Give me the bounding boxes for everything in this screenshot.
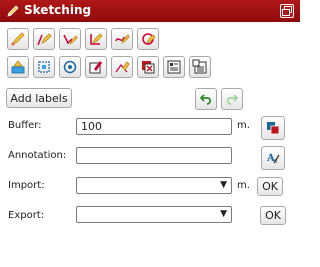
delete-feature-icon <box>142 61 155 74</box>
buffer-apply-button[interactable] <box>261 116 285 140</box>
restore-window-icon[interactable] <box>280 4 294 18</box>
delete-feature-tool[interactable] <box>137 56 159 78</box>
draw-line-icon <box>37 33 52 46</box>
edit-vertices-icon <box>115 61 130 73</box>
buffer-unit: m. <box>237 120 250 131</box>
clear-all-tool[interactable] <box>189 56 211 78</box>
annotation-label: Annotation: <box>8 150 67 161</box>
title-bar: Sketching <box>0 0 300 22</box>
draw-circle-icon <box>142 33 156 45</box>
annotation-style-button[interactable]: Ax <box>261 146 285 170</box>
window-title: Sketching <box>24 3 92 17</box>
redo-icon <box>226 94 239 105</box>
add-text-tool[interactable] <box>7 56 29 78</box>
chevron-down-icon: ▼ <box>220 209 227 219</box>
buffer-input[interactable]: 100 <box>76 118 232 135</box>
import-label: Import: <box>8 180 45 191</box>
edit-vertices-tool[interactable] <box>111 56 133 78</box>
add-text-icon <box>11 60 25 74</box>
properties-icon <box>167 60 181 74</box>
buffer-apply-icon <box>267 122 280 135</box>
text-style-icon: Ax <box>266 153 280 165</box>
export-select[interactable]: ▼ <box>76 206 232 223</box>
import-select[interactable]: ▼ <box>76 177 232 194</box>
draw-polyline-tool[interactable] <box>59 28 81 50</box>
annotation-input[interactable] <box>76 147 232 164</box>
draw-freehand-tool[interactable] <box>111 28 133 50</box>
draw-polygon-icon <box>90 33 103 45</box>
add-labels-button[interactable]: Add labels <box>6 88 72 108</box>
undo-button[interactable] <box>195 88 217 110</box>
chevron-down-icon: ▼ <box>220 180 227 190</box>
edit-feature-icon <box>89 61 102 74</box>
svg-text:x: x <box>274 158 278 165</box>
draw-polygon-tool[interactable] <box>85 28 107 50</box>
draw-point-icon <box>11 32 25 46</box>
properties-tool[interactable] <box>163 56 185 78</box>
import-ok-label: OK <box>262 180 278 193</box>
undo-icon <box>199 94 212 105</box>
draw-circle-tool[interactable] <box>137 28 159 50</box>
import-unit: m. <box>237 180 250 191</box>
pencil-icon <box>7 5 19 17</box>
export-ok-label: OK <box>265 209 281 222</box>
target-icon <box>63 60 77 74</box>
draw-polyline-icon <box>63 34 78 46</box>
import-ok-button[interactable]: OK <box>257 177 283 196</box>
redo-button[interactable] <box>221 88 243 110</box>
select-feature-icon <box>38 61 50 73</box>
target-tool[interactable] <box>59 56 81 78</box>
draw-point-tool[interactable] <box>7 28 29 50</box>
draw-freehand-icon <box>115 34 130 45</box>
select-feature-tool[interactable] <box>33 56 55 78</box>
add-labels-label: Add labels <box>10 91 68 105</box>
buffer-label: Buffer: <box>8 120 42 131</box>
edit-feature-tool[interactable] <box>85 56 107 78</box>
export-label: Export: <box>8 210 45 221</box>
draw-line-tool[interactable] <box>33 28 55 50</box>
export-ok-button[interactable]: OK <box>260 206 286 225</box>
clear-all-icon <box>192 59 207 74</box>
